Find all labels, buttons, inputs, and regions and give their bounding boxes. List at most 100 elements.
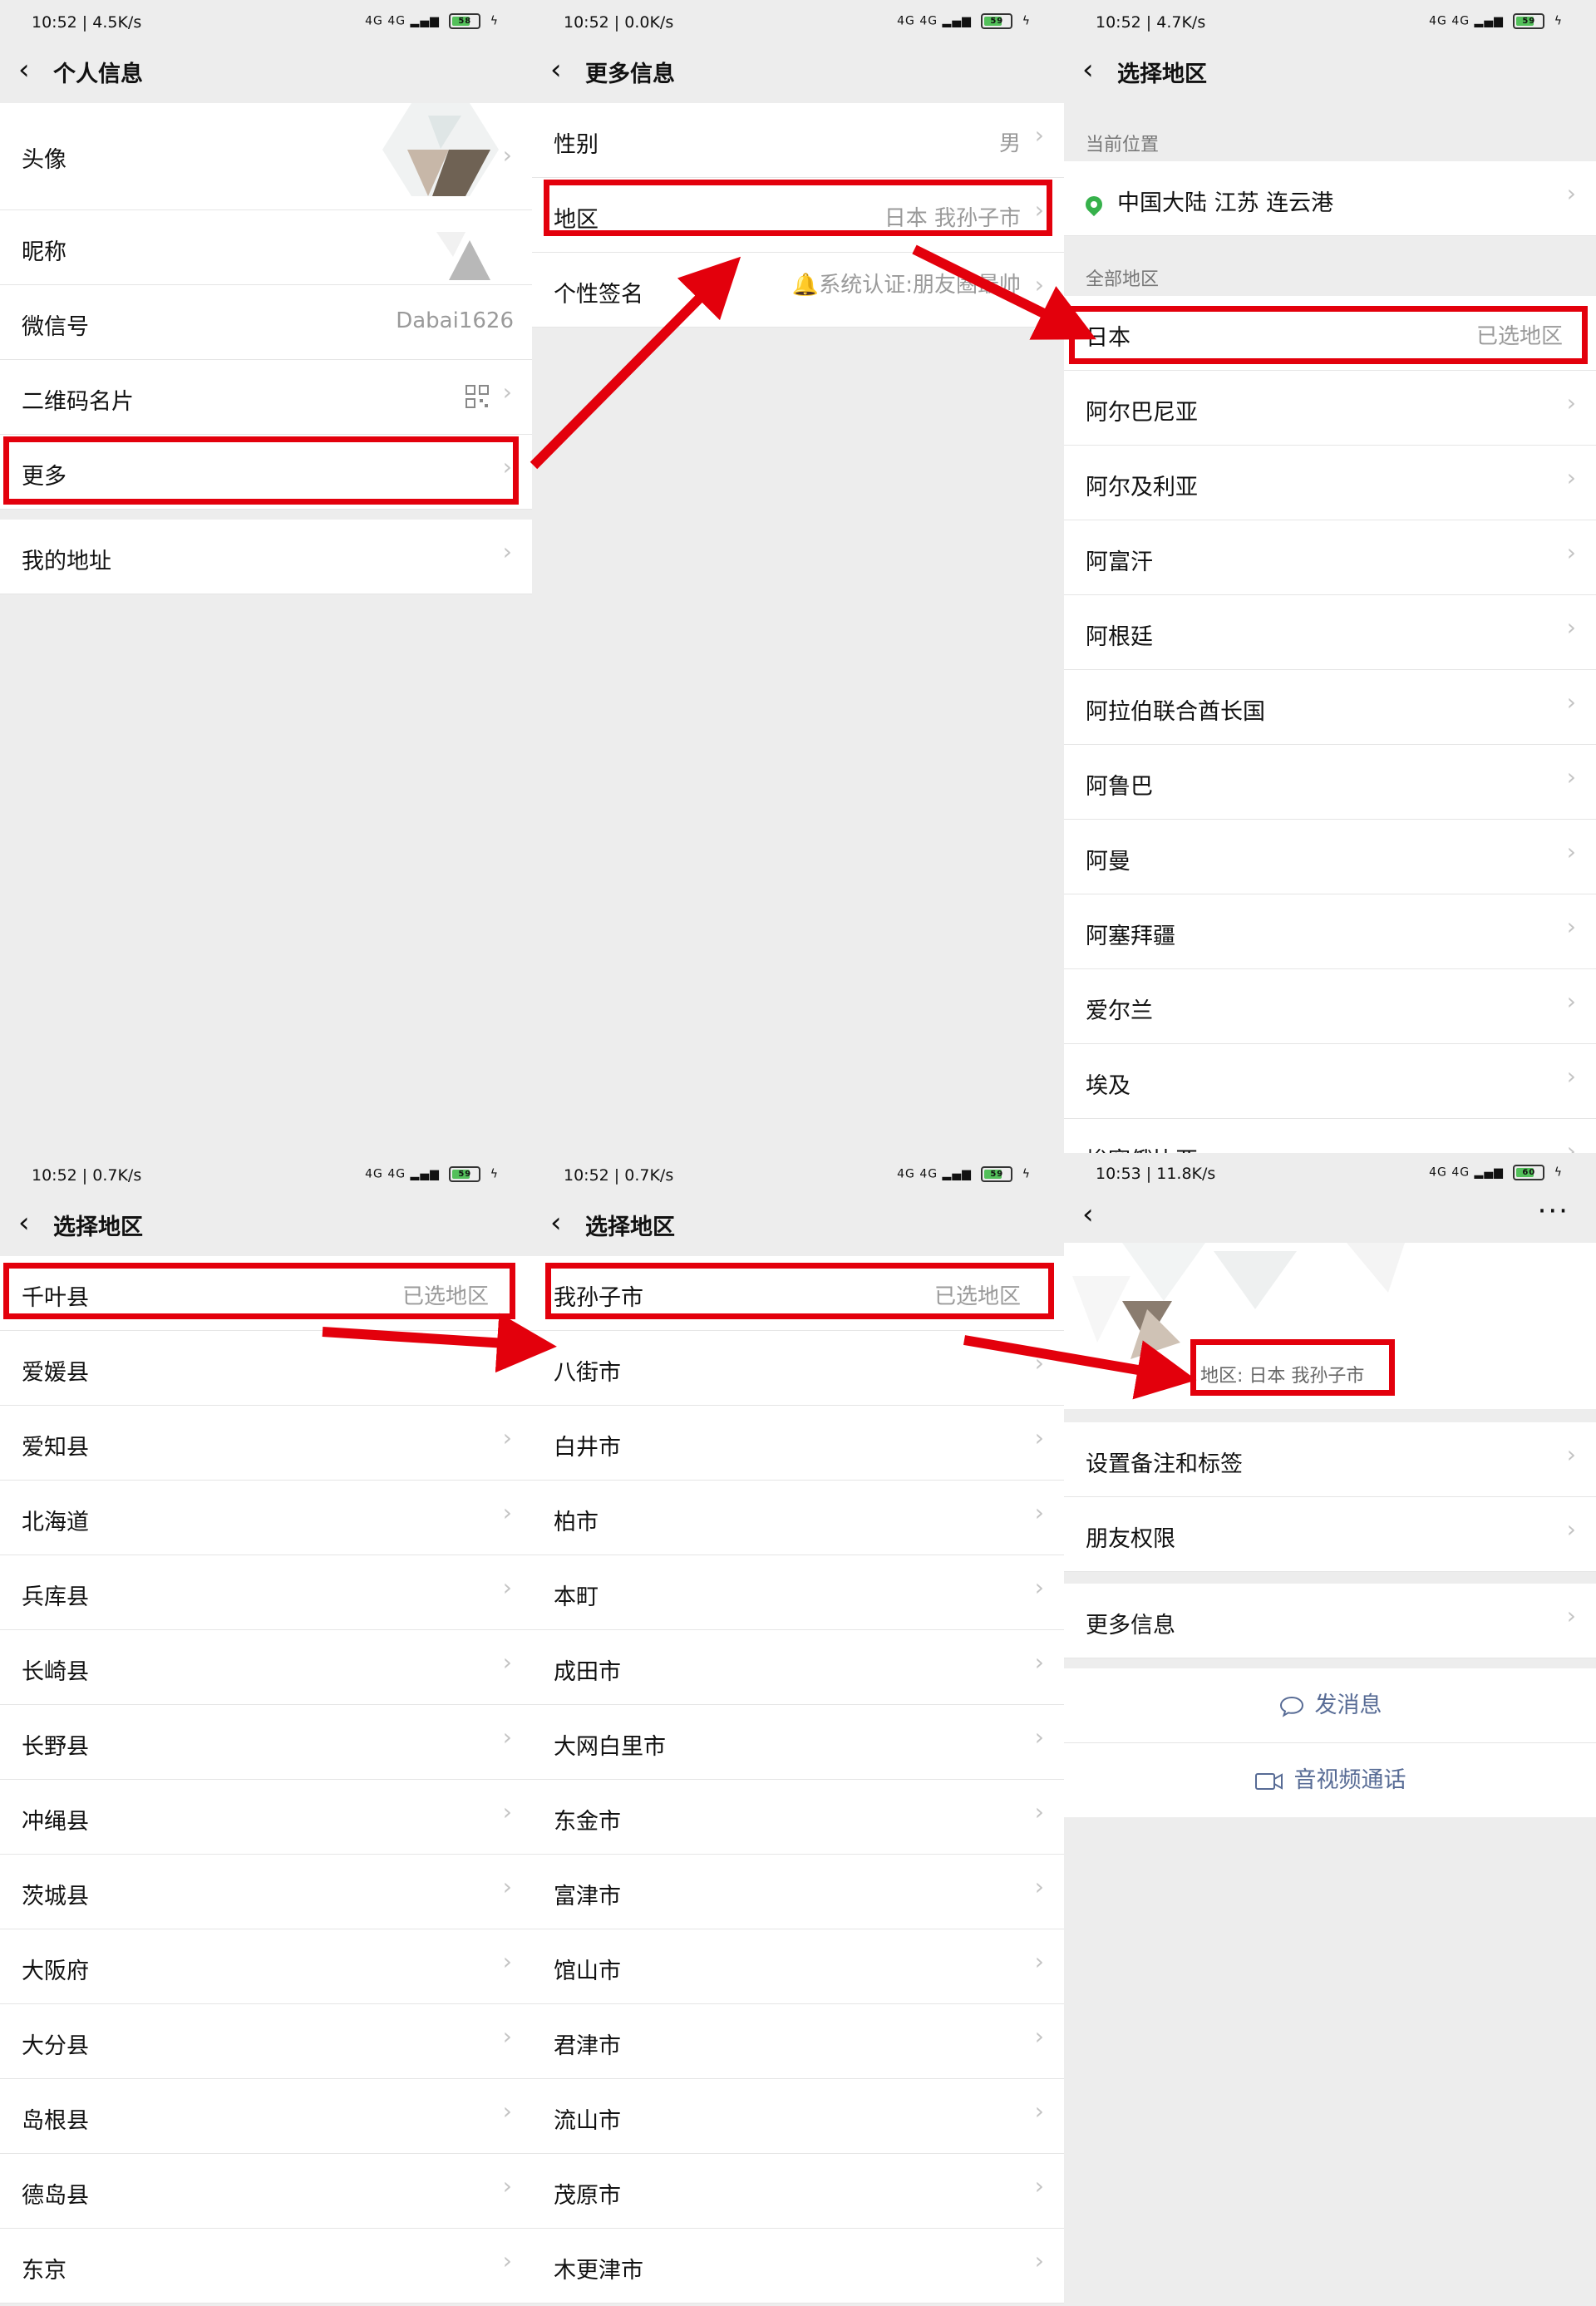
- current-location-list: 中国大陆 江苏 连云港 ›: [1064, 161, 1596, 236]
- row-current-location[interactable]: 中国大陆 江苏 连云港 ›: [1064, 161, 1596, 236]
- list-item[interactable]: 埃塞俄比亚›: [1064, 1119, 1596, 1153]
- row-nickname[interactable]: 昵称: [0, 210, 532, 285]
- chevron-right-icon: ›: [502, 538, 512, 565]
- chevron-right-icon: ›: [1566, 1137, 1576, 1153]
- list-item[interactable]: 阿鲁巴 ›: [1064, 745, 1596, 820]
- all-regions-label: 全部地区: [1086, 269, 1160, 290]
- chevron-right-icon: ›: [1566, 913, 1576, 940]
- chevron-right-icon: ›: [1566, 389, 1576, 416]
- signal-icon: 4G 4G ▂▄▆ 58 ϟ: [365, 13, 499, 29]
- back-icon[interactable]: ‹: [18, 53, 30, 86]
- video-call-button[interactable]: 音视频通话: [1064, 1743, 1596, 1817]
- back-icon[interactable]: ‹: [1082, 1198, 1094, 1231]
- list-item[interactable]: 爱知县 ›: [0, 1406, 532, 1481]
- list-item[interactable]: 大分县 ›: [0, 2004, 532, 2079]
- chevron-right-icon: ›: [502, 2247, 512, 2274]
- list-item[interactable]: 流山市 ›: [532, 2079, 1064, 2154]
- list-item[interactable]: 阿拉伯联合酋长国 ›: [1064, 670, 1596, 745]
- back-icon[interactable]: ‹: [18, 1206, 30, 1239]
- list-item[interactable]: 阿曼 ›: [1064, 820, 1596, 894]
- list-item[interactable]: 阿尔巴尼亚 ›: [1064, 371, 1596, 446]
- status-time: 10:52 | 0.0K/s: [564, 13, 674, 32]
- send-message-button[interactable]: 发消息: [1064, 1668, 1596, 1743]
- list-item[interactable]: 埃及 ›: [1064, 1044, 1596, 1119]
- row-wechat-id[interactable]: 微信号 Dabai1626: [0, 285, 532, 360]
- list-item[interactable]: 阿塞拜疆 ›: [1064, 894, 1596, 969]
- list-item[interactable]: 茂原市 ›: [532, 2154, 1064, 2229]
- back-icon[interactable]: ‹: [1082, 53, 1094, 86]
- list-item[interactable]: 柏市 ›: [532, 1481, 1064, 1555]
- list-item[interactable]: 德岛县 ›: [0, 2154, 532, 2229]
- row-remark-tags[interactable]: 设置备注和标签 ›: [1064, 1422, 1596, 1497]
- row-more-info[interactable]: 更多信息 ›: [1064, 1584, 1596, 1658]
- chevron-right-icon: ›: [1566, 539, 1576, 566]
- highlight-box: [544, 180, 1052, 236]
- chevron-right-icon: ›: [502, 1648, 512, 1676]
- chevron-right-icon: ›: [1566, 1441, 1576, 1468]
- chevron-right-icon: ›: [502, 1424, 512, 1451]
- panel-select-region-country: 10:52 | 4.7K/s 4G 4G ▂▄▆ 59 ϟ ‹ 选择地区 当前位…: [1064, 0, 1596, 1153]
- current-location-label: 当前位置: [1086, 135, 1160, 155]
- more-dots-icon[interactable]: ···: [1538, 1195, 1569, 1228]
- chevron-right-icon: ›: [502, 2023, 512, 2050]
- list-item[interactable]: 白井市 ›: [532, 1406, 1064, 1481]
- status-bar: 10:52 | 0.0K/s 4G 4G ▂▄▆ 59 ϟ: [532, 0, 1064, 43]
- highlight-box: [545, 1263, 1054, 1319]
- list-item[interactable]: 东京 ›: [0, 2229, 532, 2304]
- page-title: 选择地区: [53, 1215, 143, 1240]
- page-title: 选择地区: [585, 1215, 675, 1240]
- list-item[interactable]: 木更津市 ›: [532, 2229, 1064, 2304]
- highlight-box: [3, 436, 519, 505]
- signal-icon: 4G 4G ▂▄▆ 59 ϟ: [897, 13, 1031, 29]
- list-item[interactable]: 大阪府 ›: [0, 1929, 532, 2004]
- list-item[interactable]: 成田市 ›: [532, 1630, 1064, 1705]
- battery-icon: 59: [449, 1166, 481, 1182]
- back-icon[interactable]: ‹: [550, 53, 562, 86]
- chevron-right-icon: ›: [1034, 1948, 1044, 1975]
- list-item[interactable]: 爱媛县 ›: [0, 1331, 532, 1406]
- highlight-box: [3, 1263, 515, 1319]
- list-item[interactable]: 长崎县 ›: [0, 1630, 532, 1705]
- list-item[interactable]: 爱尔兰 ›: [1064, 969, 1596, 1044]
- chevron-right-icon: ›: [1566, 988, 1576, 1015]
- list-item[interactable]: 阿尔及利亚 ›: [1064, 446, 1596, 520]
- list-item[interactable]: 阿富汗 ›: [1064, 520, 1596, 595]
- row-friend-permissions[interactable]: 朋友权限 ›: [1064, 1497, 1596, 1572]
- list-item[interactable]: 北海道 ›: [0, 1481, 532, 1555]
- row-avatar[interactable]: 头像 ›: [0, 103, 532, 210]
- list-item[interactable]: 阿根廷 ›: [1064, 595, 1596, 670]
- list-item[interactable]: 大网白里市 ›: [532, 1705, 1064, 1780]
- list-item[interactable]: 冲绳县 ›: [0, 1780, 532, 1855]
- status-time: 10:52 | 4.5K/s: [32, 13, 142, 32]
- battery-icon: 60: [1513, 1165, 1545, 1180]
- address-list: 我的地址 ›: [0, 520, 532, 594]
- prefecture-list: 千叶县 已选地区 爱媛县 › 爱知县 › 北海道 › 兵库县 › 长崎县 › 长野县 › 冲…: [0, 1256, 532, 2304]
- nav-bar: ‹ 选择地区: [0, 1196, 532, 1251]
- row-qr-card[interactable]: 二维码名片 ›: [0, 360, 532, 435]
- chevron-right-icon: ›: [502, 1349, 512, 1377]
- signal-icon: 4G 4G ▂▄▆ 59 ϟ: [365, 1166, 499, 1182]
- list-item[interactable]: 兵库县 ›: [0, 1555, 532, 1630]
- row-my-address[interactable]: 我的地址 ›: [0, 520, 532, 594]
- list-item[interactable]: 茨城县 ›: [0, 1855, 532, 1929]
- list-item[interactable]: 岛根县 ›: [0, 2079, 532, 2154]
- avatar: [382, 103, 499, 196]
- back-icon[interactable]: ‹: [550, 1206, 562, 1239]
- list-item[interactable]: 东金市 ›: [532, 1780, 1064, 1855]
- chevron-right-icon: ›: [502, 1574, 512, 1601]
- row-gender[interactable]: 性别 男 ›: [532, 103, 1064, 178]
- list-item[interactable]: 馆山市 ›: [532, 1929, 1064, 2004]
- list-item[interactable]: 本町 ›: [532, 1555, 1064, 1630]
- chevron-right-icon: ›: [1034, 1424, 1044, 1451]
- list-item[interactable]: 八街市 ›: [532, 1331, 1064, 1406]
- city-list: 我孙子市 已选地区 八街市 › 白井市 › 柏市 › 本町 › 成田市 › 大网白里市 › …: [532, 1256, 1064, 2304]
- location-pin-icon: [1081, 192, 1106, 216]
- list-item[interactable]: 君津市 ›: [532, 2004, 1064, 2079]
- list-item[interactable]: 长野县 ›: [0, 1705, 532, 1780]
- status-bar: 10:52 | 0.7K/s 4G 4G ▂▄▆ 59 ϟ: [0, 1153, 532, 1196]
- list-item[interactable]: 富津市 ›: [532, 1855, 1064, 1929]
- chevron-right-icon: ›: [1566, 1602, 1576, 1629]
- row-signature[interactable]: 个性签名 🔔系统认证:朋友圈最帅 ›: [532, 253, 1064, 328]
- chevron-right-icon: ›: [502, 2097, 512, 2125]
- panel-select-region-prefecture: 10:52 | 0.7K/s 4G 4G ▂▄▆ 59 ϟ ‹ 选择地区 千叶县…: [0, 1153, 532, 2306]
